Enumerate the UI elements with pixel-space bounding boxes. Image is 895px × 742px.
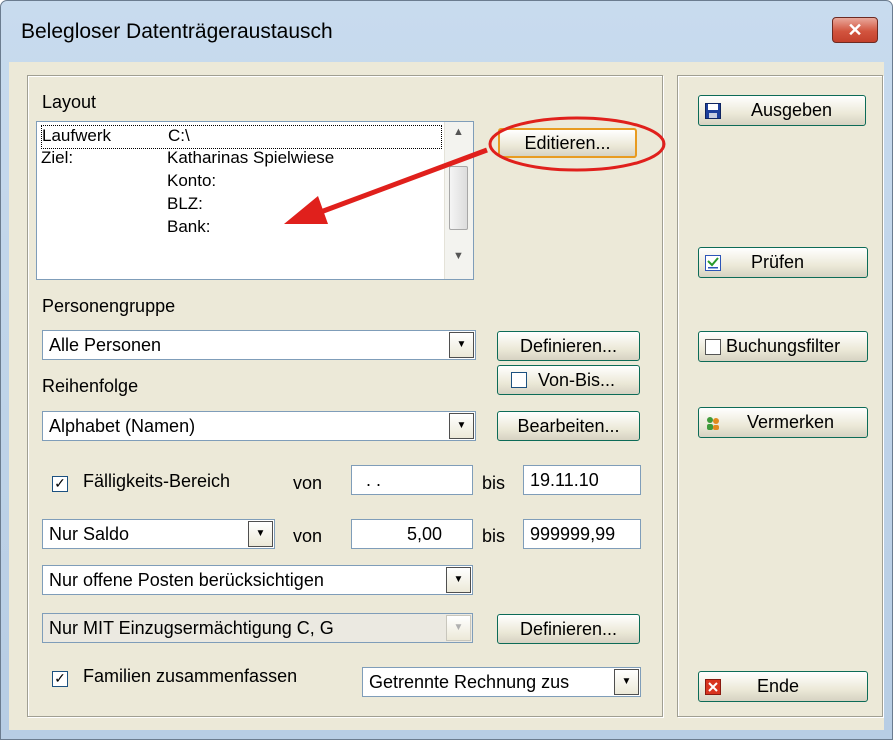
saldo-bis-value: 999999,99 bbox=[530, 524, 616, 544]
buchungsfilter-button[interactable]: Buchungsfilter bbox=[698, 331, 868, 362]
actions-panel bbox=[677, 75, 883, 717]
chevron-down-icon[interactable]: ▼ bbox=[446, 567, 471, 593]
saldo-bis-input[interactable]: 999999,99 bbox=[523, 519, 641, 549]
faelligkeit-bis-label: bis bbox=[482, 473, 506, 493]
scroll-down-icon[interactable]: ▼ bbox=[448, 250, 469, 267]
chevron-down-icon[interactable]: ▼ bbox=[449, 332, 474, 358]
window-title: Belegloser Datenträgeraustausch bbox=[21, 20, 333, 43]
familien-checkbox[interactable]: ✓ bbox=[52, 671, 68, 687]
definieren-personen-button[interactable]: Definieren... bbox=[497, 331, 640, 361]
buchungsfilter-label: Buchungsfilter bbox=[726, 336, 841, 356]
familien-label: Familien zusammenfassen bbox=[83, 666, 298, 686]
layout-list-scrollbar[interactable]: ▲ ▼ bbox=[444, 122, 473, 279]
list-item-key: Ziel: bbox=[41, 148, 74, 167]
reihenfolge-label: Reihenfolge bbox=[42, 376, 139, 396]
editieren-button[interactable]: Editieren... bbox=[498, 128, 637, 158]
saldo-von-value: 5,00 bbox=[406, 524, 442, 544]
einzug-select[interactable]: Nur MIT Einzugsermächtigung C, G ▼ bbox=[42, 613, 473, 643]
definieren-einzug-button[interactable]: Definieren... bbox=[497, 614, 640, 644]
save-icon bbox=[705, 103, 721, 119]
faelligkeit-von-label: von bbox=[293, 473, 323, 493]
list-item-key: Laufwerk bbox=[42, 126, 111, 145]
people-icon bbox=[707, 417, 719, 430]
faelligkeit-checkbox[interactable]: ✓ bbox=[52, 476, 68, 492]
familien-select[interactable]: Getrennte Rechnung zus ▼ bbox=[362, 667, 641, 697]
list-item-value: Bank: bbox=[167, 217, 211, 236]
faelligkeit-von-value: . . bbox=[366, 470, 382, 490]
saldo-von-label: von bbox=[293, 526, 323, 546]
saldo-select[interactable]: Nur Saldo ▼ bbox=[42, 519, 275, 549]
posten-select[interactable]: Nur offene Posten berücksichtigen ▼ bbox=[42, 565, 473, 595]
list-item-value: BLZ: bbox=[167, 194, 203, 213]
familien-value: Getrennte Rechnung zus bbox=[369, 672, 570, 692]
list-item-value: Konto: bbox=[167, 171, 217, 190]
scroll-up-icon[interactable]: ▲ bbox=[448, 126, 469, 143]
von-bis-label: Von-Bis... bbox=[538, 370, 616, 390]
vermerken-button[interactable]: Vermerken bbox=[698, 407, 868, 438]
personengruppe-select[interactable]: Alle Personen ▼ bbox=[42, 330, 476, 360]
posten-value: Nur offene Posten berücksichtigen bbox=[49, 570, 324, 590]
reihenfolge-value: Alphabet (Namen) bbox=[49, 416, 196, 436]
pruefen-button[interactable]: Prüfen bbox=[698, 247, 868, 278]
close-icon bbox=[705, 679, 721, 695]
von-bis-checkbox[interactable] bbox=[511, 372, 527, 388]
faelligkeit-bis-input[interactable]: 19.11.10 bbox=[523, 465, 641, 495]
vermerken-label: Vermerken bbox=[747, 412, 835, 432]
list-item-value: Katharinas Spielwiese bbox=[167, 148, 335, 167]
chevron-down-icon[interactable]: ▼ bbox=[614, 669, 639, 695]
saldo-value: Nur Saldo bbox=[49, 524, 130, 544]
ausgeben-label: Ausgeben bbox=[751, 100, 833, 120]
list-item[interactable]: Laufwerk C:\ bbox=[41, 125, 442, 149]
buchungsfilter-checkbox[interactable] bbox=[705, 339, 721, 355]
ende-label: Ende bbox=[757, 676, 800, 696]
chevron-down-icon[interactable]: ▼ bbox=[446, 615, 471, 641]
ausgeben-button[interactable]: Ausgeben bbox=[698, 95, 866, 126]
pruefen-label: Prüfen bbox=[751, 252, 805, 272]
saldo-von-input[interactable]: 5,00 bbox=[351, 519, 473, 549]
faelligkeit-label: Fälligkeits-Bereich bbox=[83, 471, 231, 491]
faelligkeit-von-input[interactable]: . . bbox=[351, 465, 473, 495]
chevron-down-icon[interactable]: ▼ bbox=[248, 521, 273, 547]
von-bis-button[interactable]: Von-Bis... bbox=[497, 365, 640, 395]
list-item-value: C:\ bbox=[168, 126, 190, 145]
chevron-down-icon[interactable]: ▼ bbox=[449, 413, 474, 439]
check-list-icon bbox=[705, 255, 721, 271]
close-button[interactable]: ✕ bbox=[832, 17, 878, 43]
scroll-thumb[interactable] bbox=[449, 166, 468, 230]
layout-label: Layout bbox=[42, 92, 97, 112]
saldo-bis-label: bis bbox=[482, 526, 506, 546]
title-bar[interactable]: Belegloser Datenträgeraustausch ✕ bbox=[1, 1, 894, 63]
personengruppe-value: Alle Personen bbox=[49, 335, 162, 355]
layout-listbox[interactable]: Laufwerk C:\ Ziel: Katharinas Spielwiese… bbox=[36, 121, 474, 280]
faelligkeit-bis-value: 19.11.10 bbox=[530, 470, 599, 490]
personengruppe-label: Personengruppe bbox=[42, 296, 176, 316]
reihenfolge-select[interactable]: Alphabet (Namen) ▼ bbox=[42, 411, 476, 441]
ende-button[interactable]: Ende bbox=[698, 671, 868, 702]
bearbeiten-button[interactable]: Bearbeiten... bbox=[497, 411, 640, 441]
einzug-value: Nur MIT Einzugsermächtigung C, G bbox=[49, 618, 334, 638]
